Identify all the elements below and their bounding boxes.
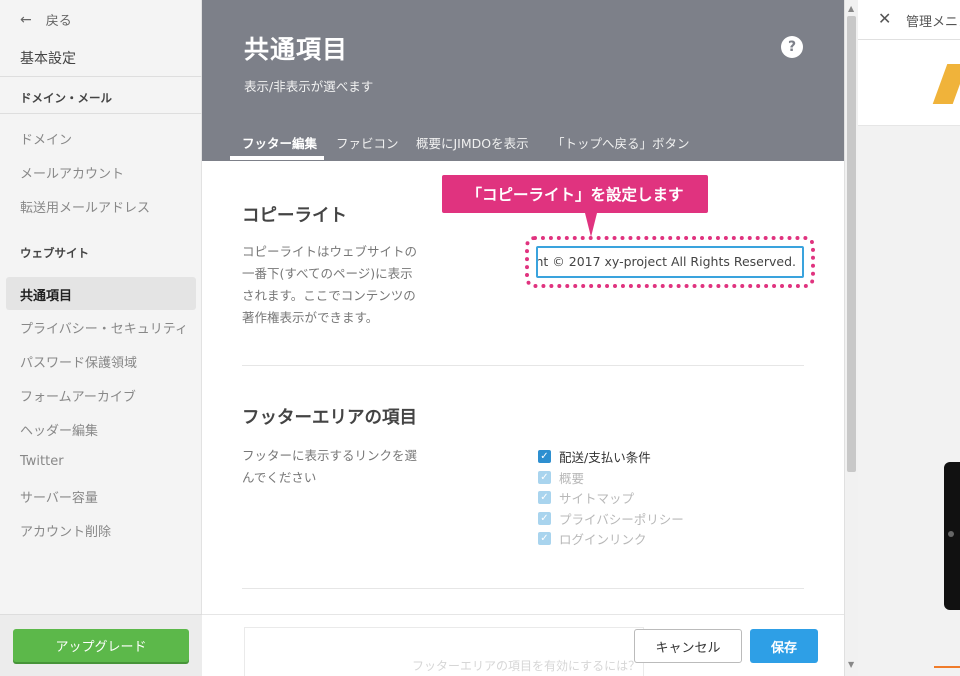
upgrade-button[interactable]: アップグレード: [13, 629, 189, 662]
option-shipping[interactable]: ✓ 配送/支払い条件: [538, 447, 651, 466]
page-subtitle: 表示/非表示が選べます: [244, 79, 374, 94]
sidebar-item-server-capacity[interactable]: サーバー容量: [20, 487, 98, 506]
option-about: ✓ 概要: [538, 468, 584, 487]
option-label: ログインリンク: [559, 532, 647, 547]
checkbox-disabled-icon: ✓: [538, 471, 551, 484]
close-icon[interactable]: ✕: [878, 9, 891, 28]
page-header: 共通項目 表示/非表示が選べます ? フッター編集 ファビコン 概要にJIMDO…: [202, 0, 844, 161]
footer-area-title: フッターエリアの項目: [242, 408, 417, 428]
info-text: フッターエリアの項目を有効にするには？: [412, 659, 641, 673]
arrow-left-icon: ←: [20, 11, 32, 28]
help-icon[interactable]: ?: [781, 36, 803, 58]
sidebar-item-common[interactable]: 共通項目: [20, 285, 72, 304]
option-label: プライバシーポリシー: [559, 512, 684, 527]
footer-area-description: フッターに表示するリンクを選んでください: [242, 448, 418, 485]
sidebar-item-mail-account[interactable]: メールアカウント: [20, 163, 124, 182]
tab-back-to-top[interactable]: 「トップへ戻る」ボタン: [552, 133, 690, 152]
checkbox-disabled-icon: ✓: [538, 532, 551, 545]
scroll-up-icon[interactable]: ▲: [848, 4, 854, 13]
tab-favicon[interactable]: ファビコン: [336, 133, 399, 152]
section-domain-mail: ドメイン・メール: [20, 91, 112, 105]
tab-jimdo-about[interactable]: 概要にJIMDOを表示: [416, 133, 529, 152]
option-privacy-policy: ✓ プライバシーポリシー: [538, 509, 684, 528]
sidebar-title: 基本設定: [20, 51, 76, 67]
sidebar-item-forward-address[interactable]: 転送用メールアドレス: [20, 197, 150, 216]
admin-menu-panel: ✕ 管理メニュー: [858, 0, 960, 676]
sidebar-item-form-archive[interactable]: フォームアーカイブ: [20, 386, 136, 405]
sidebar-item-domain[interactable]: ドメイン: [20, 129, 72, 148]
sidebar-item-privacy-security[interactable]: プライバシー・セキュリティ: [20, 318, 188, 337]
scrollbar[interactable]: ▲ ▼: [844, 0, 858, 676]
back-button[interactable]: ← 戻る: [20, 10, 72, 30]
highlight-dotted-frame: [525, 236, 815, 288]
bottom-action-bar: フッターエリアの項目を有効にするには？ キャンセル 保存: [202, 614, 844, 676]
section-website: ウェブサイト: [20, 246, 89, 260]
admin-menu-title: 管理メニュー: [906, 15, 960, 30]
orange-accent-bar: [934, 666, 960, 668]
page-title: 共通項目: [244, 35, 349, 64]
sidebar-item-delete-account[interactable]: アカウント削除: [20, 521, 111, 540]
save-button[interactable]: 保存: [750, 629, 818, 663]
scrollbar-thumb[interactable]: [847, 16, 856, 472]
sidebar-item-password-area[interactable]: パスワード保護領域: [20, 352, 137, 371]
scroll-down-icon[interactable]: ▼: [848, 660, 854, 669]
divider: [0, 113, 202, 114]
cancel-button[interactable]: キャンセル: [634, 629, 742, 663]
callout-label: 「コピーライト」を設定します: [442, 175, 708, 213]
active-tab-indicator: [230, 156, 324, 160]
option-label: 配送/支払い条件: [559, 450, 651, 465]
checkbox-disabled-icon: ✓: [538, 491, 551, 504]
sidebar: ← 戻る 基本設定 ドメイン・メール ドメイン メールアカウント 転送用メールア…: [0, 0, 202, 676]
sidebar-item-header-edit[interactable]: ヘッダー編集: [20, 420, 98, 439]
option-label: サイトマップ: [559, 491, 635, 506]
device-camera-dot: [948, 531, 954, 537]
callout-pointer: [585, 213, 597, 237]
checkbox-disabled-icon: ✓: [538, 512, 551, 525]
divider: [0, 76, 202, 77]
sidebar-item-twitter[interactable]: Twitter: [20, 454, 64, 469]
option-label: 概要: [559, 471, 585, 486]
copyright-description: コピーライトはウェブサイトの一番下(すべてのページ)に表示されます。ここでコンテ…: [242, 244, 418, 325]
back-label: 戻る: [45, 14, 72, 29]
section-divider: [242, 588, 804, 589]
option-sitemap: ✓ サイトマップ: [538, 488, 634, 507]
tab-footer-edit[interactable]: フッター編集: [242, 133, 317, 152]
option-login-link: ✓ ログインリンク: [538, 529, 647, 548]
copyright-title: コピーライト: [242, 206, 347, 226]
section-divider: [242, 365, 804, 366]
admin-menu-header: ✕ 管理メニュー: [858, 0, 960, 40]
main-content: コピーライト コピーライトはウェブサイトの一番下(すべてのページ)に表示されます…: [202, 161, 844, 676]
checkbox-checked-icon[interactable]: ✓: [538, 450, 551, 463]
